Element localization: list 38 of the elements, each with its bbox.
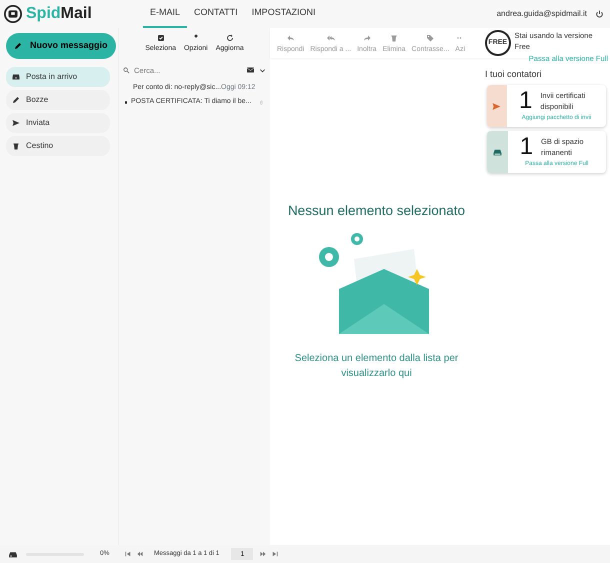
trash-icon [390,34,398,42]
drive-icon [492,148,502,157]
nav-tab[interactable]: IMPOSTAZIONI [244,0,323,28]
last-page-icon [272,551,278,557]
reply-all-icon [326,34,335,42]
folder-item[interactable]: Cestino [6,136,110,156]
power-icon[interactable] [595,10,604,18]
next-page-icon [260,551,266,557]
refresh-icon [226,34,234,42]
empty-state-title: Nessun elemento selezionato [288,202,466,220]
reply-icon [286,34,295,42]
previous-page-icon [137,551,143,557]
user-email: andrea.guida@spidmail.it [496,8,587,20]
send-icon [492,102,502,111]
pencil-icon [12,96,20,104]
folder-item[interactable]: Inviata [6,112,110,132]
send-icon [12,118,20,126]
counter-value: 1 [518,89,532,114]
nav-tab[interactable]: CONTATTI [187,0,245,28]
checkbox-icon [156,34,165,42]
logo-icon [4,5,22,23]
first-page-icon [125,551,131,557]
pencil-icon [14,42,22,50]
inbox-icon [12,72,20,80]
folder-item[interactable]: Bozze [6,90,110,110]
folder-item[interactable]: Posta in arrivo [6,66,110,86]
counter-value: 1 [520,135,534,160]
empty-state-message: Seleziona un elemento dalla lista per visualizzarlo qui [294,352,459,382]
compose-button[interactable]: Nuovo messaggio [6,33,116,58]
trash-icon [12,142,20,150]
forward-icon [362,34,371,42]
envelope-icon[interactable] [246,66,255,74]
counters-heading: I tuoi contatori [485,68,543,81]
drive-icon [8,550,18,558]
chevron-down-icon[interactable] [259,66,266,74]
app-logo-text: SpidMail [26,4,92,24]
tag-icon [426,34,434,42]
search-icon [123,66,130,74]
